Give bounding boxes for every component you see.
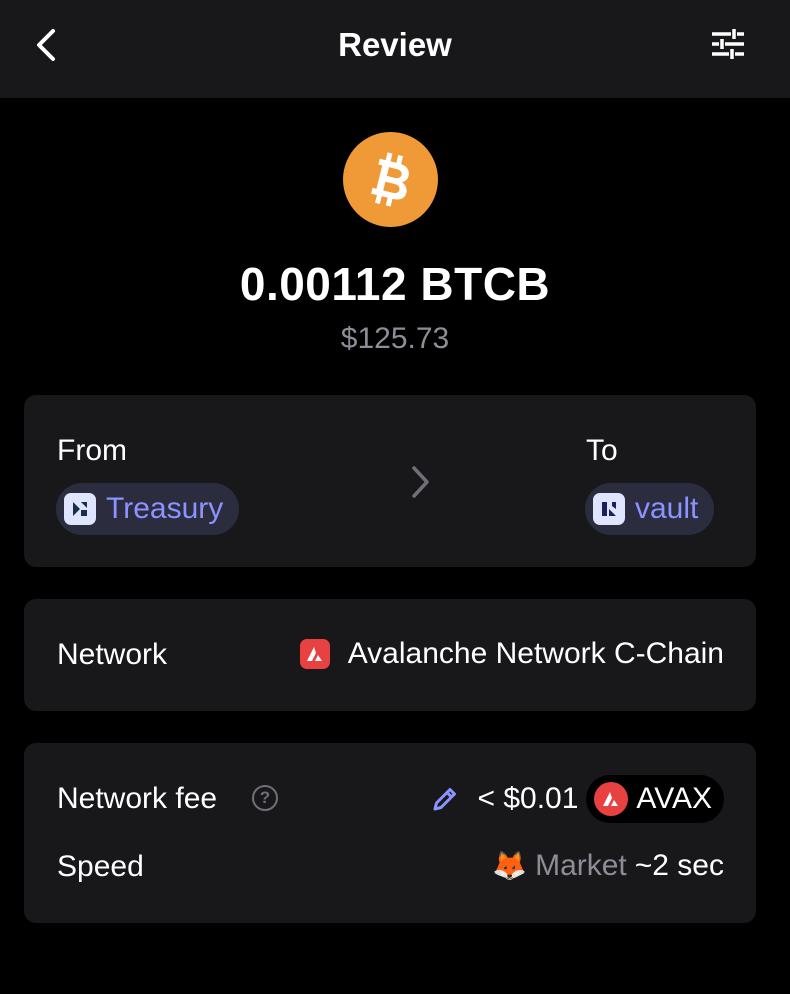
speed-value[interactable]: 🦊 Market ~2 sec [492, 847, 724, 885]
to-account-name: vault [635, 492, 699, 525]
vault-avatar-icon [593, 493, 625, 525]
from-account[interactable]: Treasury [56, 483, 240, 535]
avax-token-icon [594, 782, 629, 816]
transfer-card: From Treasury To vault [24, 395, 756, 567]
fee-card: Network fee ? < $0.01 AVAX Speed 🦊 Marke… [24, 743, 756, 923]
speed-label: Speed [57, 850, 144, 883]
edit-fee-button[interactable] [431, 785, 459, 813]
question-circle-icon[interactable]: ? [252, 785, 278, 811]
avalanche-icon [299, 639, 330, 669]
to-account[interactable]: vault [585, 483, 715, 535]
chevron-right-icon [404, 460, 436, 504]
from-label: From [57, 434, 127, 467]
speed-duration: ~2 sec [634, 849, 724, 882]
pencil-icon [433, 788, 457, 811]
amount: 0.00112 BTCB [239, 258, 551, 310]
fee-value-row: < $0.01 AVAX [431, 775, 724, 823]
treasury-avatar-icon [64, 493, 96, 525]
network-name: Avalanche Network C-Chain [347, 637, 724, 670]
bitcoin-icon [343, 132, 438, 227]
fox-icon: 🦊 [492, 850, 528, 881]
top-bar: Review [0, 0, 790, 98]
fee-amount: < $0.01 [477, 782, 579, 815]
from-account-name: Treasury [106, 492, 224, 525]
fee-token-chip[interactable]: AVAX [586, 775, 724, 823]
network-fee-label: Network fee [57, 782, 218, 815]
network-label: Network [57, 638, 168, 671]
settings-button[interactable] [706, 24, 750, 64]
page-title: Review [338, 26, 452, 63]
sliders-icon [712, 29, 744, 59]
network-card: Network Avalanche Network C-Chain [24, 599, 756, 711]
speed-mode: Market [535, 849, 627, 882]
to-label: To [586, 434, 618, 467]
fee-token-symbol: AVAX [636, 782, 712, 815]
network-value: Avalanche Network C-Chain [299, 635, 724, 673]
fiat-value: $125.73 [340, 322, 450, 355]
